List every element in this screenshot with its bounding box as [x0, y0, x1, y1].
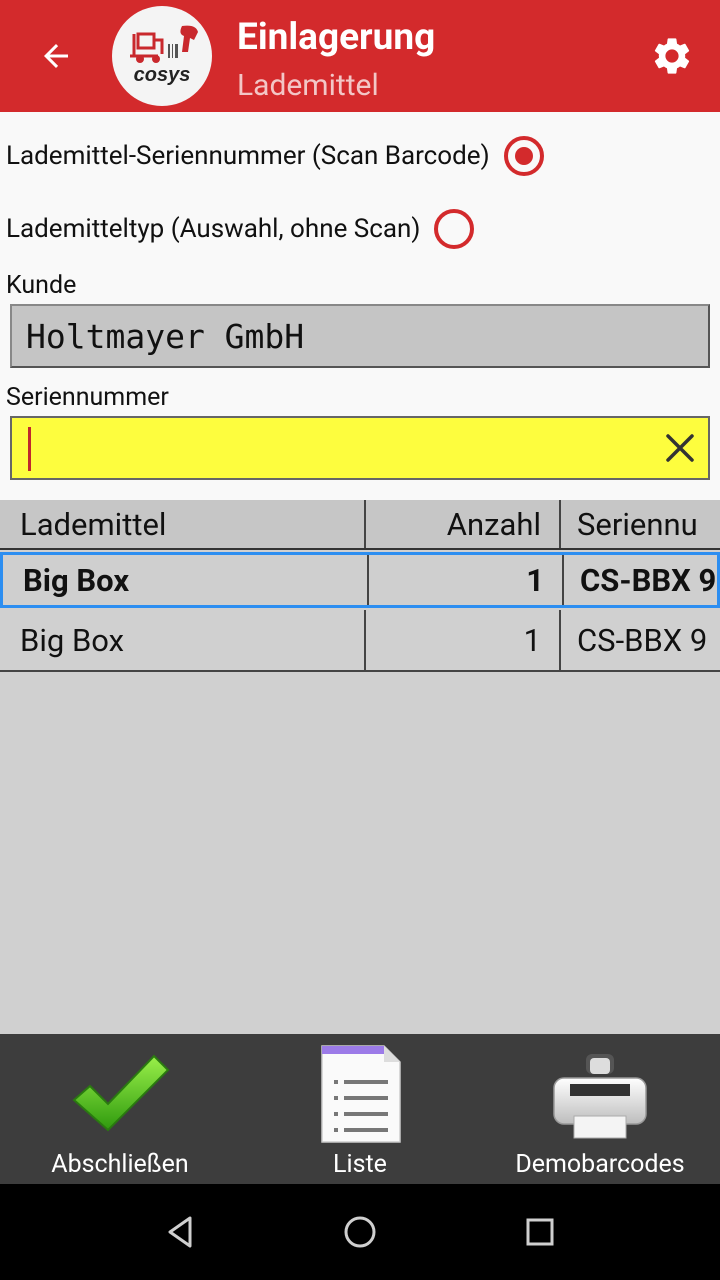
demobarcodes-button-label: Demobarcodes: [515, 1150, 685, 1179]
nav-recents-icon: [526, 1218, 554, 1246]
document-list-icon: [321, 1045, 401, 1143]
radio-option-type[interactable]: Lademitteltyp (Auswahl, ohne Scan): [6, 203, 475, 255]
nav-back-button[interactable]: [156, 1208, 204, 1256]
column-header-seriennummer[interactable]: Seriennu: [561, 500, 720, 548]
check-icon: [72, 1054, 170, 1132]
nav-recents-button[interactable]: [516, 1208, 564, 1256]
close-icon: [666, 434, 694, 462]
radio-option-serial[interactable]: Lademittel-Seriennummer (Scan Barcode): [6, 130, 544, 182]
printer-icon: [553, 1054, 647, 1139]
radio-option-serial-label: Lademittel-Seriennummer (Scan Barcode): [6, 141, 490, 171]
seriennummer-input[interactable]: [10, 416, 710, 480]
lademittel-table: Lademittel Anzahl Seriennu Big Box 1 CS-…: [0, 500, 720, 1034]
cell-lademittel: Big Box: [0, 610, 366, 670]
table-header: Lademittel Anzahl Seriennu: [0, 500, 720, 550]
arrow-back-icon: [44, 44, 68, 68]
kunde-field: Holtmayer GmbH: [10, 304, 710, 368]
table-row[interactable]: Big Box 1 CS-BBX 9: [0, 552, 720, 608]
clear-input-button[interactable]: [662, 430, 698, 466]
list-button[interactable]: Liste: [240, 1034, 480, 1184]
svg-text:cosys: cosys: [134, 64, 191, 86]
radio-unchecked-icon[interactable]: [434, 209, 475, 249]
kunde-label: Kunde: [6, 271, 77, 300]
page-subtitle: Lademittel: [237, 68, 379, 103]
cell-seriennummer: CS-BBX 9: [577, 621, 708, 659]
cell-anzahl: 1: [369, 555, 564, 605]
text-cursor: [28, 427, 31, 471]
seriennummer-label: Seriennummer: [6, 383, 169, 412]
nav-home-button[interactable]: [336, 1208, 384, 1256]
nav-home-icon: [344, 1216, 376, 1248]
cell-seriennummer: CS-BBX 9: [580, 561, 717, 599]
finish-button-label: Abschließen: [51, 1150, 189, 1179]
system-navigation-bar: [0, 1184, 720, 1280]
app-bar: cosys Einlagerung Lademittel: [0, 0, 720, 112]
nav-back-icon: [168, 1216, 192, 1248]
page-title: Einlagerung: [237, 16, 436, 59]
column-header-anzahl[interactable]: Anzahl: [366, 500, 561, 548]
table-row[interactable]: Big Box 1 CS-BBX 9: [0, 610, 720, 672]
back-button[interactable]: [24, 30, 88, 82]
demobarcodes-button[interactable]: Demobarcodes: [480, 1034, 720, 1184]
cell-anzahl: 1: [366, 610, 561, 670]
settings-button[interactable]: [646, 30, 698, 82]
bottom-action-bar: Abschließen Liste Demobarcodes: [0, 1034, 720, 1184]
column-header-lademittel[interactable]: Lademittel: [0, 500, 366, 548]
radio-checked-icon[interactable]: [503, 136, 544, 176]
list-button-label: Liste: [333, 1150, 387, 1179]
gear-icon: [654, 38, 690, 74]
cell-lademittel: Big Box: [3, 555, 369, 605]
finish-button[interactable]: Abschließen: [0, 1034, 240, 1184]
cosys-logo: cosys: [112, 6, 212, 106]
radio-option-type-label: Lademitteltyp (Auswahl, ohne Scan): [6, 214, 421, 244]
